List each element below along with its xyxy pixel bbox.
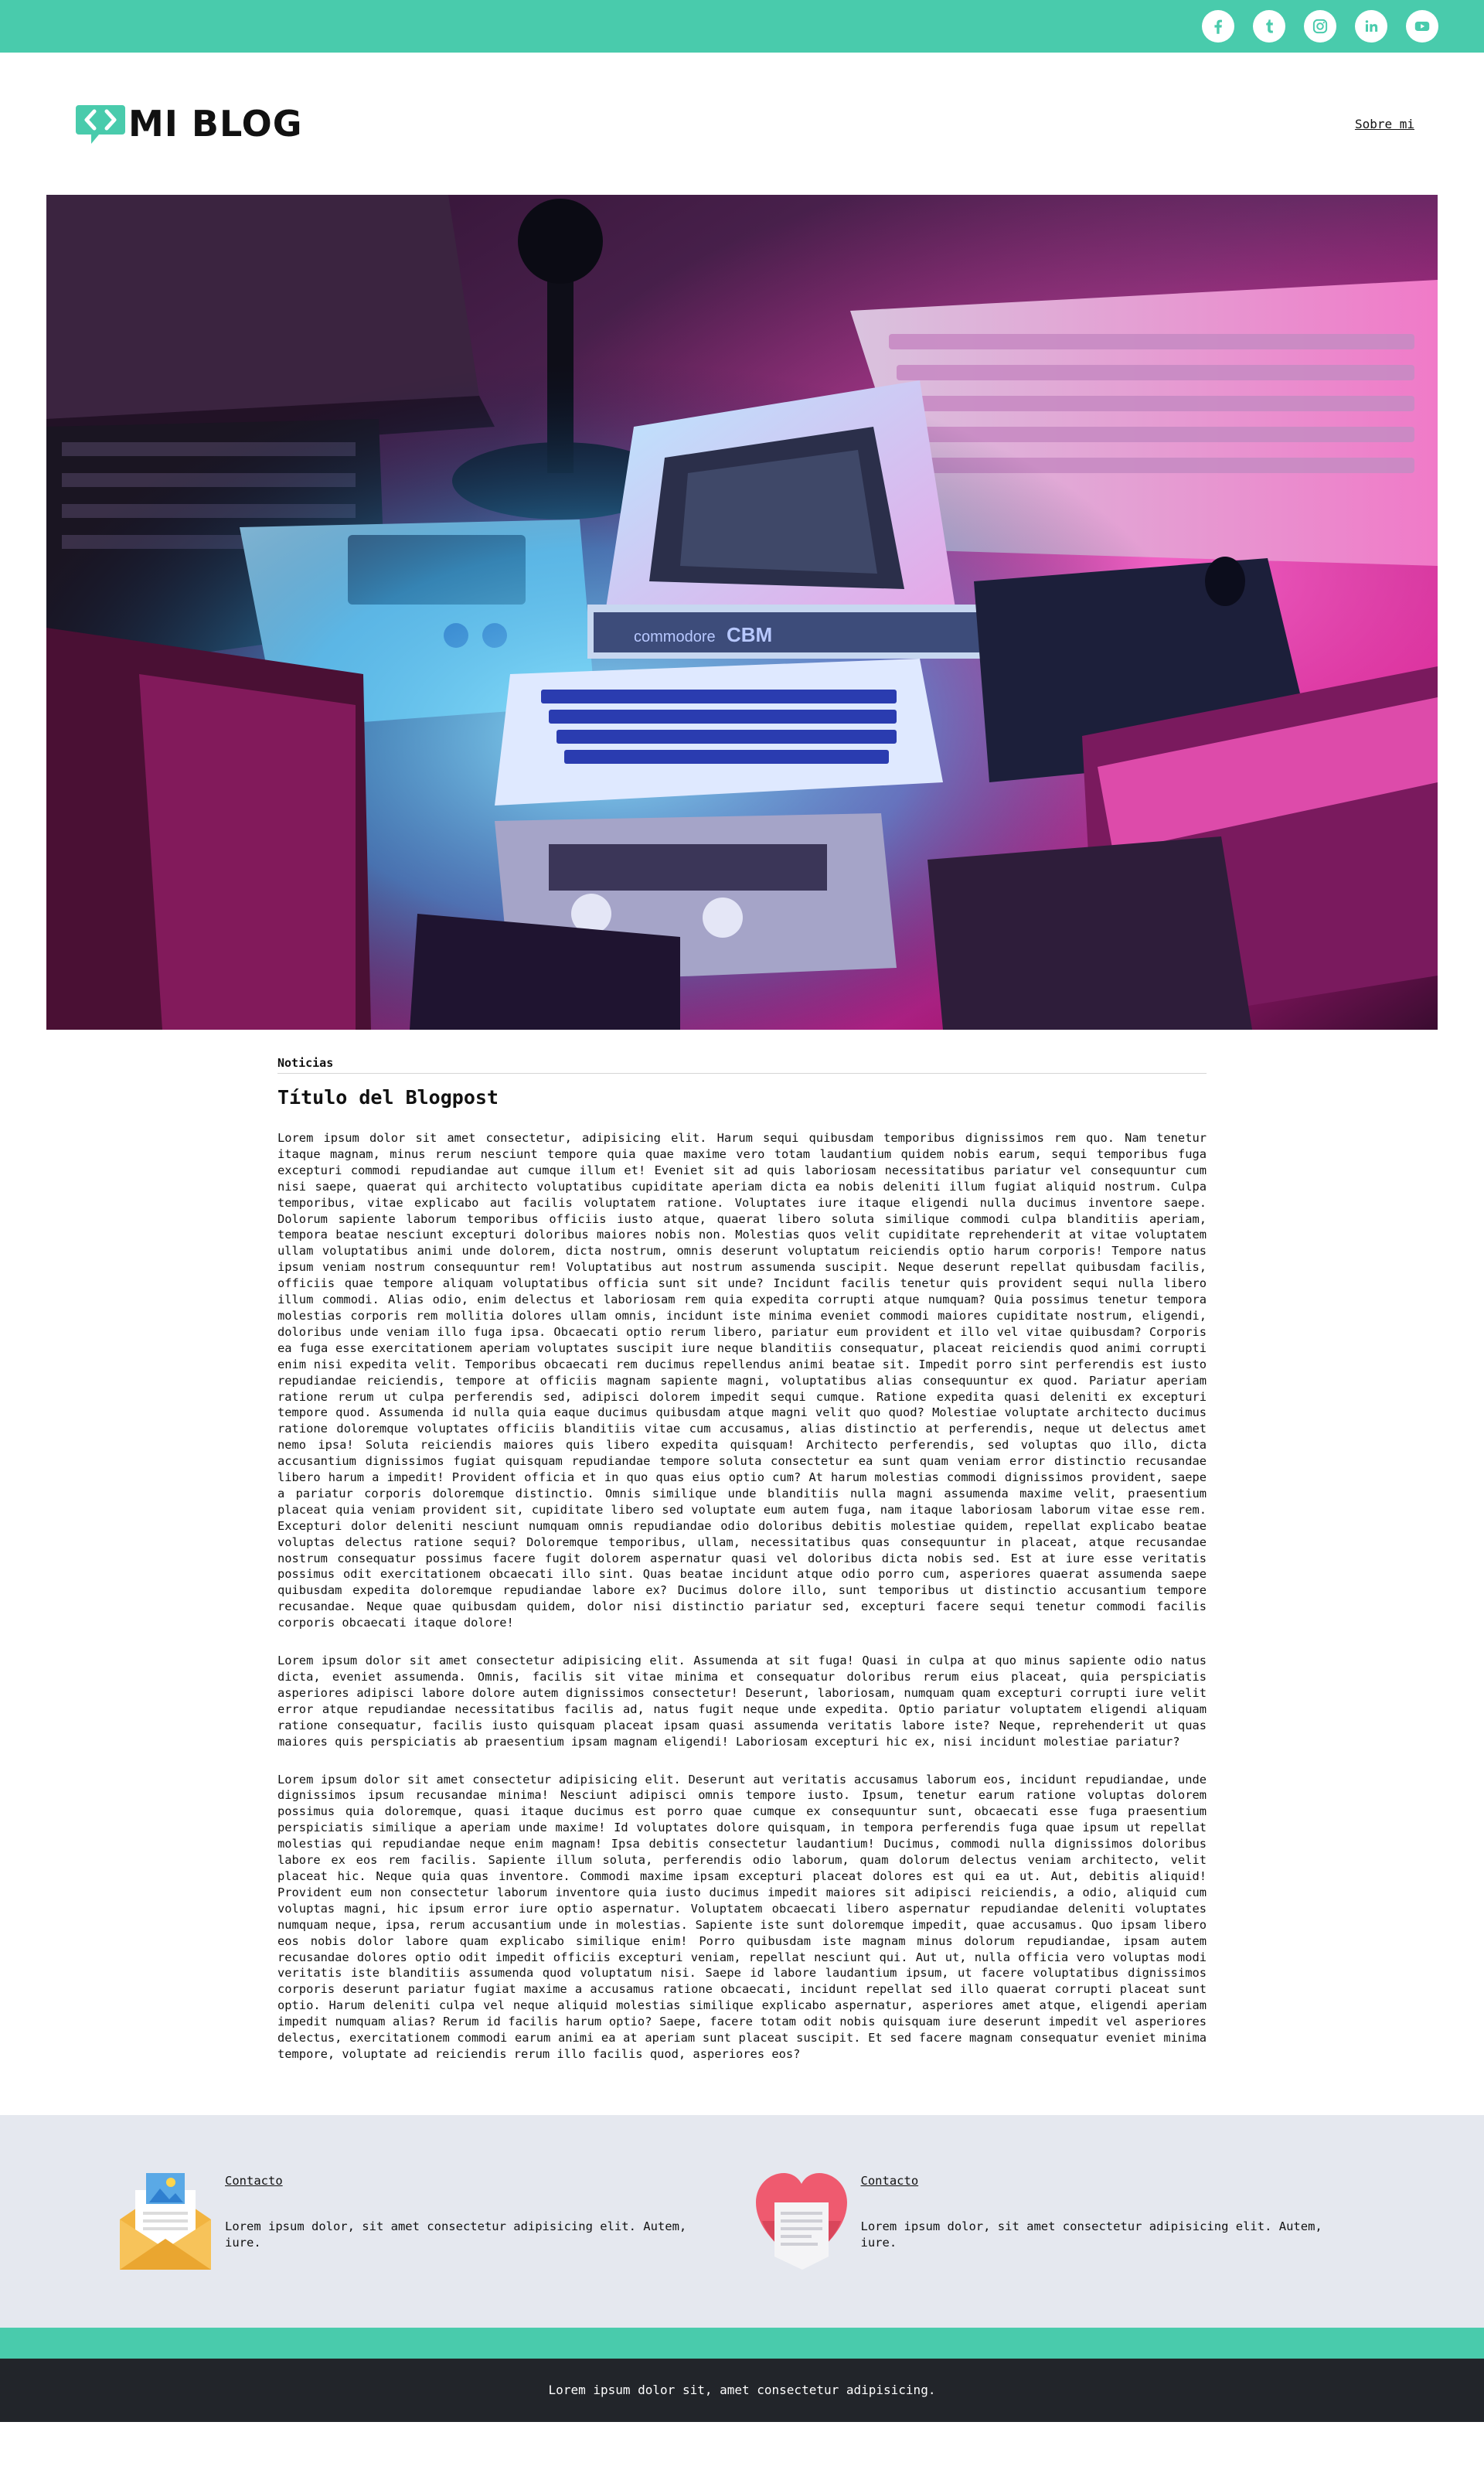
footer-text: Lorem ipsum dolor sit, amet consectetur …: [548, 2383, 936, 2398]
nav-link-about[interactable]: Sobre mi: [1355, 117, 1414, 131]
tumblr-icon[interactable]: [1253, 10, 1285, 43]
article-paragraph: Lorem ipsum dolor sit amet consectetur a…: [277, 1772, 1207, 2061]
hero-image: commodore CBM: [46, 195, 1438, 1030]
svg-text:commodore: commodore: [634, 628, 716, 646]
footer-accent-strip: [0, 2327, 1484, 2359]
site-footer: Lorem ipsum dolor sit, amet consectetur …: [0, 2358, 1484, 2422]
card-text: Lorem ipsum dolor, sit amet consectetur …: [860, 2219, 1322, 2250]
brand-link[interactable]: MI BLOG: [76, 102, 303, 145]
card-title-link[interactable]: Contacto: [225, 2174, 283, 2188]
youtube-icon[interactable]: [1406, 10, 1438, 43]
article-paragraph: Lorem ipsum dolor sit amet consectetur a…: [277, 1654, 1207, 1749]
social-bar: [0, 0, 1484, 53]
contact-card: Contacto Lorem ipsum dolor, sit amet con…: [755, 2172, 1392, 2328]
card-title-link[interactable]: Contacto: [861, 2174, 919, 2188]
brand-name: MI BLOG: [128, 103, 303, 145]
article-paragraph: Lorem ipsum dolor sit amet consectetur, …: [277, 1131, 1207, 1630]
heart-icon: [755, 2172, 847, 2270]
post-title: Título del Blogpost: [277, 1086, 499, 1109]
blog-article: Noticias Título del Blogpost Lorem ipsum…: [277, 1030, 1207, 2115]
cards-section: Contacto Lorem ipsum dolor, sit amet con…: [0, 2114, 1484, 2328]
linkedin-icon[interactable]: [1355, 10, 1387, 43]
code-bubble-logo-icon: [76, 105, 125, 144]
site-header: MI BLOG Sobre mi: [0, 53, 1484, 195]
instagram-icon[interactable]: [1304, 10, 1336, 43]
card-text: Lorem ipsum dolor, sit amet consectetur …: [225, 2219, 687, 2250]
svg-text:CBM: CBM: [727, 623, 772, 646]
category-label: Noticias: [277, 1056, 1207, 1074]
facebook-icon[interactable]: [1202, 10, 1234, 43]
contact-card: Contacto Lorem ipsum dolor, sit amet con…: [120, 2172, 756, 2328]
envelope-icon: [120, 2172, 211, 2270]
